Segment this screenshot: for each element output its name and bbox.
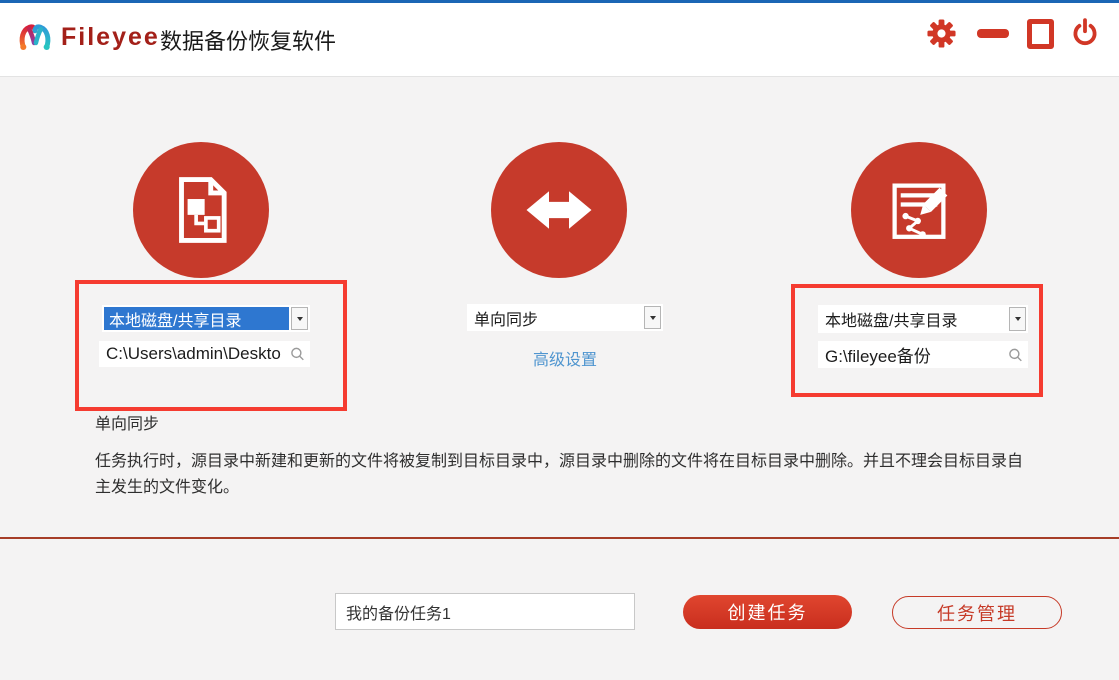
double-arrow-icon [519,170,599,250]
search-icon[interactable] [1008,347,1023,362]
source-type-dropdown-button[interactable] [291,307,308,330]
target-type-value: 本地磁盘/共享目录 [818,305,1007,333]
target-type-select[interactable]: 本地磁盘/共享目录 [818,305,1028,333]
maximize-button[interactable] [1027,19,1054,49]
settings-gear-icon[interactable] [926,18,957,49]
target-edit-icon [880,171,958,249]
sync-mode-value: 单向同步 [467,304,642,331]
target-circle [851,142,987,278]
source-type-select[interactable]: 本地磁盘/共享目录 [102,305,310,332]
section-divider [0,537,1119,539]
source-type-value: 本地磁盘/共享目录 [104,307,289,330]
target-path-field[interactable] [818,341,1028,368]
search-icon[interactable] [290,347,305,362]
target-path-input[interactable] [818,341,1028,368]
minimize-button[interactable] [977,29,1009,38]
create-task-button[interactable]: 创建任务 [683,595,852,629]
source-circle [133,142,269,278]
task-name-input[interactable] [335,593,635,630]
source-path-input[interactable] [99,341,310,367]
chevron-down-icon [1015,317,1021,321]
app-window: Fileyee 数据备份恢复软件 [0,0,1119,680]
chevron-down-icon [650,316,656,320]
sync-mode-select[interactable]: 单向同步 [467,304,663,331]
task-manager-button[interactable]: 任务管理 [892,596,1062,629]
sync-mode-heading: 单向同步 [95,410,159,434]
advanced-settings-link[interactable]: 高级设置 [467,346,663,370]
sync-mode-dropdown-button[interactable] [644,306,661,329]
brand-name: Fileyee [61,23,160,52]
source-path-field[interactable] [99,341,310,367]
sync-circle [491,142,627,278]
chevron-down-icon [297,317,303,321]
sync-mode-description: 任务执行时，源目录中新建和更新的文件将被复制到目标目录中，源目录中删除的文件将在… [95,449,1030,501]
app-title: 数据备份恢复软件 [160,24,336,56]
source-document-icon [162,171,240,249]
close-power-button[interactable] [1069,17,1101,49]
target-type-dropdown-button[interactable] [1009,307,1026,331]
fileyee-logo-icon [17,20,53,56]
titlebar: Fileyee 数据备份恢复软件 [0,3,1119,77]
